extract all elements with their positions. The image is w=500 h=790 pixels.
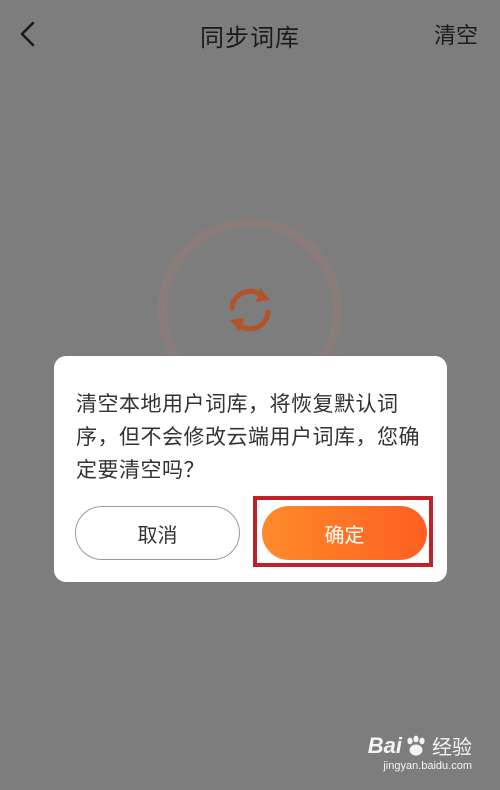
- highlight-annotation: [253, 496, 433, 567]
- paw-icon: [407, 735, 425, 755]
- watermark-url: jingyan.baidu.com: [383, 760, 472, 772]
- app-header: 同步词库 清空: [0, 0, 500, 72]
- baidu-watermark: Bai 经验 jingyan.baidu.com: [367, 731, 472, 773]
- page-title: 同步词库: [200, 24, 300, 52]
- watermark-suffix: 经验: [432, 735, 472, 759]
- sync-icon: [229, 288, 271, 332]
- cancel-button[interactable]: 取消: [75, 506, 240, 560]
- dialog-message: 清空本地用户词库，将恢复默认词序，但不会修改云端用户词库，您确定要清空吗？: [76, 392, 420, 482]
- confirm-dialog: 清空本地用户词库，将恢复默认词序，但不会修改云端用户词库，您确定要清空吗？ 取消…: [54, 356, 447, 582]
- clear-button[interactable]: 清空: [434, 18, 478, 50]
- watermark-brand: Bai: [367, 732, 402, 758]
